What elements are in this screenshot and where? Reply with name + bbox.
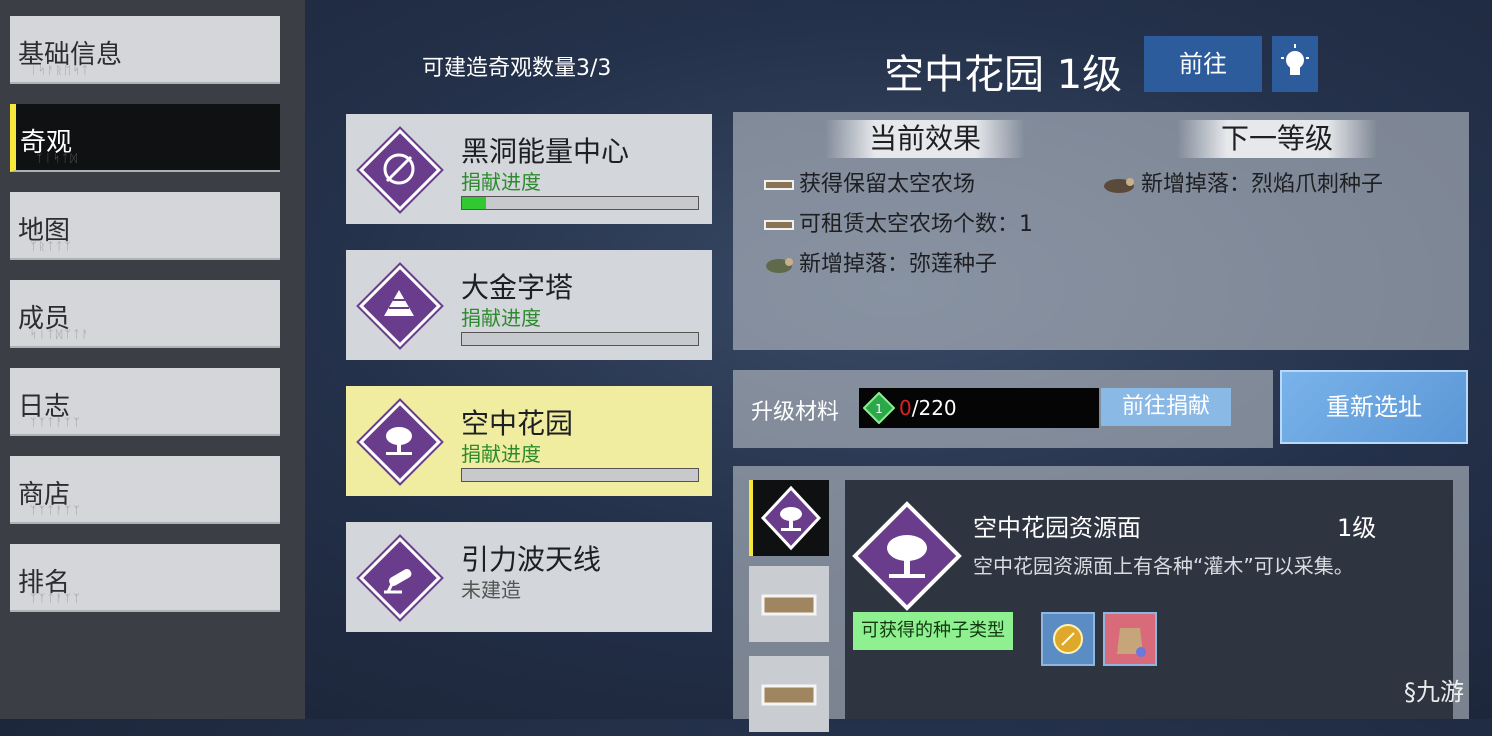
nav-item-log[interactable]: 日志 ᛉᛉᛏᚨᛉᛉ	[10, 368, 280, 436]
tree-icon	[386, 427, 412, 455]
donation-progress-bar	[461, 332, 699, 346]
wonder-card-gravity-antenna[interactable]: 引力波天线 未建造	[346, 522, 712, 632]
nav-item-map[interactable]: 地图 ᛉᚱᛏᛏᛉ	[10, 192, 280, 260]
resource-level: 1级	[1337, 514, 1377, 542]
goto-button[interactable]: 前往	[1144, 36, 1262, 92]
nav-item-decor-text: ᛋᛁᛏᛞᛉᛏᚨ	[30, 328, 91, 341]
wonder-card-pyramid[interactable]: 大金字塔 捐献进度	[346, 250, 712, 360]
material-counter: 1 0/220	[859, 388, 1099, 428]
effect-text: 可租赁太空农场个数：1	[799, 212, 1033, 237]
wonder-emblem	[358, 128, 442, 212]
donation-progress-bar	[461, 468, 699, 482]
wonder-status: 捐献进度	[461, 170, 541, 194]
lightbulb-icon	[1281, 44, 1309, 75]
wonder-name: 黑洞能量中心	[461, 135, 630, 168]
creature-icon	[766, 258, 793, 273]
nav-item-basic-info[interactable]: 基础信息 ᛁᛋᚨᚱᛖᛋᛏ	[10, 16, 280, 84]
nav-item-decor-text: ᛉᛁᛋᛏᛞ	[36, 152, 79, 165]
seed-item[interactable]	[1041, 612, 1095, 666]
wonder-emblem	[358, 400, 442, 484]
build-count-text: 可建造奇观数量3/3	[422, 56, 612, 81]
wonder-card-black-hole[interactable]: 黑洞能量中心 捐献进度	[346, 114, 712, 224]
tree-icon	[852, 501, 962, 611]
tree-icon	[760, 485, 822, 551]
nav-item-decor-text: ᛉᚱᛏᛏᛉ	[30, 240, 73, 253]
effect-text: 获得保留太空农场	[799, 172, 976, 197]
upgrade-material-panel: 升级材料 1 0/220 前往捐献	[733, 370, 1273, 448]
wonder-title: 空中花园 1级	[884, 52, 1123, 98]
effect-item: 可租赁太空农场个数：1	[763, 210, 1033, 240]
nav-item-ranking[interactable]: 排名 ᛉᛉᛏᚨᛉᛉ	[10, 544, 280, 612]
wonder-card-hanging-garden[interactable]: 空中花园 捐献进度	[346, 386, 712, 496]
nav-item-decor-text: ᛉᛉᛏᚨᛉᛉ	[30, 416, 82, 429]
seed-types-label: 可获得的种子类型	[853, 612, 1013, 650]
effect-text: 新增掉落：烈焰爪刺种子	[1141, 172, 1384, 197]
material-count: 0/220	[899, 396, 957, 420]
pyramid-icon	[384, 290, 414, 316]
farm-icon	[761, 684, 817, 706]
nav-item-decor-text: ᛉᛉᛏᚨᛉᛉ	[30, 592, 82, 605]
material-need: /220	[911, 396, 957, 420]
material-gem-icon: 1	[863, 392, 895, 424]
donation-progress-bar	[461, 196, 699, 210]
resource-panel: 空中花园资源面 1级 空中花园资源面上有各种“灌木”可以采集。 可获得的种子类型	[733, 466, 1469, 732]
wonder-name: 引力波天线	[461, 543, 602, 576]
wonder-name: 空中花园	[461, 407, 574, 440]
next-effect-item: 新增掉落：烈焰爪刺种子	[1101, 170, 1383, 200]
resource-name: 空中花园资源面	[973, 514, 1141, 542]
seed-bag-icon	[1117, 628, 1146, 657]
wonder-emblem	[358, 536, 442, 620]
nav-item-members[interactable]: 成员 ᛋᛁᛏᛞᛉᛏᚨ	[10, 280, 280, 348]
farm-icon	[764, 180, 794, 190]
wonder-status: 未建造	[461, 578, 521, 602]
nav-item-wonders[interactable]: 奇观 ᛉᛁᛋᛏᛞ	[10, 104, 280, 172]
nav-item-decor-text: ᛁᛋᚨᚱᛖᛋᛏ	[30, 64, 91, 77]
creature-icon	[1104, 178, 1134, 193]
next-level-header: 下一等级	[1177, 120, 1377, 158]
wonder-name: 大金字塔	[461, 271, 574, 304]
effects-panel: 当前效果 下一等级 获得保留太空农场 可租赁太空农场个数：1 新增掉落：弥莲种子…	[733, 112, 1469, 350]
watermark-symbol-icon: §	[1404, 678, 1416, 706]
upgrade-material-label: 升级材料	[751, 400, 840, 425]
resource-thumb-garden[interactable]	[749, 480, 829, 556]
resource-thumb-farm[interactable]	[749, 656, 829, 732]
watermark-text: 九游	[1416, 678, 1464, 706]
wonder-emblem	[358, 264, 442, 348]
nav-item-decor-text: ᛉᛉᛏᚨᛉᛉ	[30, 504, 82, 517]
hint-button[interactable]	[1272, 36, 1318, 92]
golden-seed-icon	[1053, 624, 1083, 654]
antenna-icon	[384, 569, 412, 594]
left-nav-panel: 基础信息 ᛁᛋᚨᚱᛖᛋᛏ 奇观 ᛉᛁᛋᛏᛞ 地图 ᛉᚱᛏᛏᛉ 成员 ᛋᛁᛏᛞᛉᛏ…	[0, 0, 305, 719]
effect-item: 新增掉落：弥莲种子	[763, 250, 997, 280]
current-effect-header: 当前效果	[825, 120, 1025, 158]
relocate-button[interactable]: 重新选址	[1280, 370, 1468, 444]
resource-description: 空中花园资源面上有各种“灌木”可以采集。	[973, 554, 1354, 578]
watermark-logo: §九游	[1404, 672, 1464, 707]
farm-icon	[761, 594, 817, 616]
no-orbit-icon	[383, 153, 415, 185]
donation-progress-fill	[462, 197, 486, 209]
effect-item: 获得保留太空农场	[763, 170, 975, 200]
farm-icon	[764, 220, 794, 230]
material-have: 0	[899, 396, 912, 420]
resource-thumb-farm[interactable]	[749, 566, 829, 642]
nav-item-shop[interactable]: 商店 ᛉᛉᛏᚨᛉᛉ	[10, 456, 280, 524]
wonder-status: 捐献进度	[461, 442, 541, 466]
seed-item[interactable]	[1103, 612, 1157, 666]
effect-text: 新增掉落：弥莲种子	[799, 252, 998, 277]
goto-donate-button[interactable]: 前往捐献	[1101, 388, 1231, 426]
svg-text:1: 1	[875, 402, 883, 416]
wonder-status: 捐献进度	[461, 306, 541, 330]
resource-detail-card: 空中花园资源面 1级 空中花园资源面上有各种“灌木”可以采集。 可获得的种子类型	[845, 480, 1453, 719]
